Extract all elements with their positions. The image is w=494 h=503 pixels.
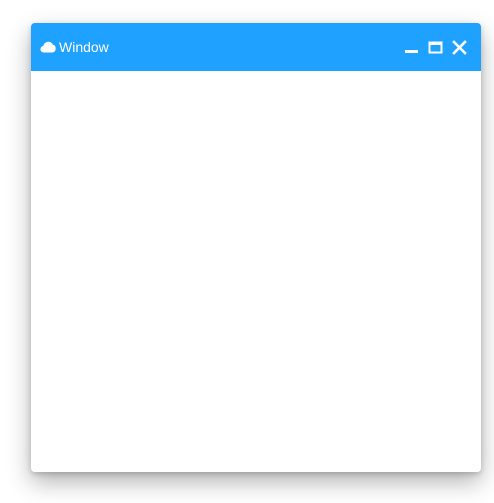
close-button[interactable] — [452, 39, 467, 55]
close-icon — [452, 39, 467, 55]
window-title: Window — [59, 39, 109, 55]
window-title-group: Window — [40, 23, 109, 71]
window-titlebar[interactable]: Window — [31, 23, 481, 71]
maximize-button[interactable] — [428, 40, 443, 55]
window: Window — [31, 23, 481, 472]
cloud-icon — [40, 41, 56, 53]
maximize-icon — [428, 41, 443, 53]
window-content-area — [31, 71, 481, 472]
minimize-button[interactable] — [404, 40, 419, 55]
desktop-background: Window — [0, 0, 494, 503]
minimize-icon — [405, 49, 418, 53]
window-controls — [404, 23, 467, 71]
